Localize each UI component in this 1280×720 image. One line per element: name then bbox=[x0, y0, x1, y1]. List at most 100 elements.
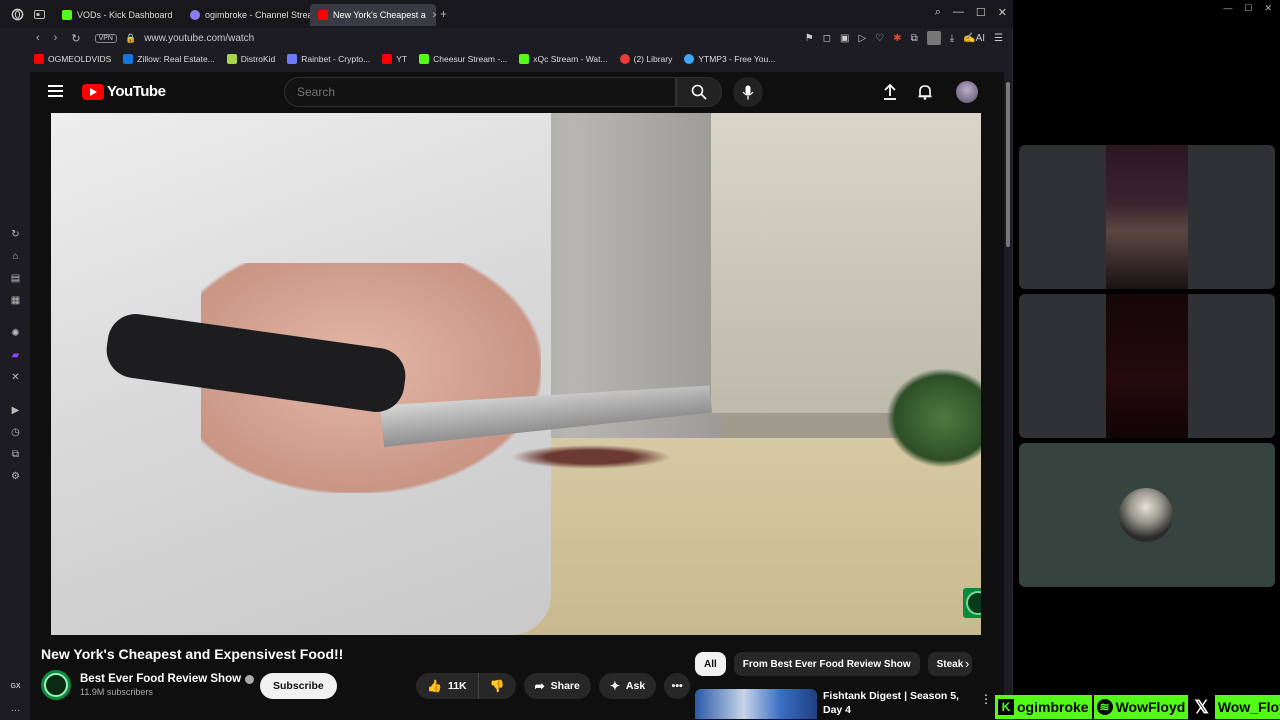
notifications-button[interactable] bbox=[915, 82, 935, 102]
kebab-menu-icon[interactable]: ⋮ bbox=[980, 692, 992, 706]
video-player[interactable] bbox=[51, 113, 981, 635]
media-icon[interactable]: ▦ bbox=[9, 294, 22, 307]
minimize-button[interactable]: — bbox=[1223, 3, 1232, 14]
snapshot-icon[interactable]: ◻ bbox=[823, 33, 831, 44]
chip-from-channel[interactable]: From Best Ever Food Review Show bbox=[733, 652, 920, 676]
url-field[interactable]: www.youtube.com/watch bbox=[144, 33, 254, 44]
download-icon[interactable]: ⤓ bbox=[950, 33, 954, 44]
scrollbar-thumb[interactable] bbox=[1006, 82, 1010, 247]
participant-tile[interactable] bbox=[1019, 443, 1275, 587]
youtube-play-icon bbox=[82, 83, 104, 100]
share-icon: ➦ bbox=[534, 679, 545, 693]
opera-menu-icon[interactable] bbox=[0, 0, 34, 28]
lock-icon[interactable]: 🔒 bbox=[125, 33, 136, 44]
participant-tile[interactable] bbox=[1019, 294, 1275, 438]
thumbs-down-icon: 👎 bbox=[489, 679, 505, 693]
stream-social-overlay: K ogimbroke ≋ WowFloyd 𝕏 Wow_Floyd1 bbox=[995, 694, 1280, 720]
search-box bbox=[284, 77, 676, 107]
search-button[interactable] bbox=[676, 77, 722, 107]
youtube-logo[interactable]: YouTube bbox=[82, 83, 166, 100]
reload-icon[interactable]: ↻ bbox=[71, 32, 80, 45]
voice-search-button[interactable] bbox=[733, 77, 763, 107]
aria-ai-icon[interactable]: ✍AI bbox=[963, 33, 985, 44]
youtube-icon bbox=[34, 54, 44, 64]
subscribe-button[interactable]: Subscribe bbox=[260, 673, 337, 699]
chevron-right-icon[interactable]: › bbox=[965, 656, 969, 671]
bookmark-item[interactable]: Cheesur Stream -... bbox=[419, 54, 507, 64]
channel-avatar[interactable] bbox=[41, 670, 71, 700]
settings-icon[interactable]: ⚙ bbox=[9, 470, 22, 483]
youtube-icon bbox=[382, 54, 393, 64]
x-icon[interactable]: ✕ bbox=[9, 371, 22, 384]
player-icon[interactable]: ▷ bbox=[859, 33, 867, 44]
minimize-button[interactable]: — bbox=[953, 6, 964, 19]
call-window-controls: — ☐ ✕ bbox=[1223, 3, 1272, 14]
participant-avatar bbox=[1119, 488, 1173, 542]
gx-corner-label[interactable]: GX bbox=[9, 680, 22, 693]
bookmark-item[interactable]: DistroKid bbox=[226, 54, 275, 64]
easy-setup-icon[interactable]: ☰ bbox=[994, 33, 1003, 44]
bookmark-item[interactable]: OGMEOLDVIDS bbox=[34, 54, 111, 64]
wallet-icon[interactable]: ▣ bbox=[840, 33, 849, 44]
puzzle-icon[interactable]: ⧉ bbox=[911, 33, 918, 44]
thumbs-up-icon: 👍 bbox=[427, 679, 442, 693]
twitch-icon[interactable]: ▰ bbox=[9, 349, 22, 362]
more-horizontal-icon: ••• bbox=[671, 680, 683, 692]
maximize-button[interactable]: ☐ bbox=[976, 6, 986, 19]
bookmark-item[interactable]: xQc Stream - Wat... bbox=[519, 54, 608, 64]
bookmark-item[interactable]: YT bbox=[382, 54, 407, 64]
recommended-video[interactable]: Fishtank Digest | Season 5, Day 4 bbox=[695, 689, 973, 719]
new-tab-button[interactable]: + bbox=[440, 7, 447, 21]
screen: VODs - Kick Dashboard ogimbroke - Channe… bbox=[0, 0, 1280, 720]
participant-tile[interactable] bbox=[1019, 145, 1275, 289]
search-input[interactable] bbox=[297, 85, 675, 99]
account-avatar[interactable] bbox=[956, 81, 978, 103]
bookmark-item[interactable]: Rainbet - Crypto... bbox=[287, 54, 370, 64]
ask-button[interactable]: ✦ Ask bbox=[598, 673, 657, 699]
bookmarks-bar: OGMEOLDVIDS Zillow: Real Estate... Distr… bbox=[0, 49, 1013, 69]
vpn-badge[interactable]: VPN bbox=[94, 33, 117, 43]
like-button[interactable]: 👍 11K bbox=[416, 673, 479, 699]
back-icon[interactable]: ‹ bbox=[36, 32, 40, 45]
dislike-button[interactable]: 👎 bbox=[478, 673, 516, 699]
tab-channel-stream[interactable]: ogimbroke - Channel Strea bbox=[182, 4, 310, 26]
history-icon[interactable]: ↻ bbox=[9, 228, 22, 241]
forward-icon[interactable]: › bbox=[54, 32, 58, 45]
more-actions-button[interactable]: ••• bbox=[664, 673, 691, 699]
extensions-icon[interactable]: ⧉ bbox=[9, 448, 22, 461]
player-icon[interactable]: ▶ bbox=[9, 404, 22, 417]
library-icon bbox=[619, 54, 630, 64]
tab-youtube-video[interactable]: New York's Cheapest a ✕ bbox=[310, 4, 436, 26]
tab-kick-dashboard[interactable]: VODs - Kick Dashboard bbox=[54, 4, 182, 26]
bookmark-item[interactable]: Zillow: Real Estate... bbox=[123, 54, 215, 64]
close-window-button[interactable]: ✕ bbox=[998, 6, 1007, 19]
maximize-button[interactable]: ☐ bbox=[1244, 3, 1252, 14]
heart-icon[interactable]: ♡ bbox=[875, 33, 884, 44]
chip-all[interactable]: All bbox=[695, 652, 726, 676]
video-call-panel: — ☐ ✕ bbox=[1014, 0, 1280, 720]
ai-icon[interactable]: ⌂ bbox=[9, 250, 22, 263]
workspaces-icon[interactable] bbox=[34, 9, 54, 19]
recommended-thumbnail[interactable] bbox=[695, 689, 817, 719]
wallet-icon[interactable]: ▤ bbox=[9, 272, 22, 285]
bookmark-item[interactable]: (2) Library bbox=[619, 54, 672, 64]
extension-icon-red[interactable]: ✱ bbox=[893, 33, 901, 44]
channel-watermark-icon[interactable] bbox=[963, 588, 981, 618]
page-scrollbar[interactable] bbox=[1004, 72, 1012, 720]
upload-icon bbox=[884, 84, 896, 100]
close-tab-icon[interactable]: ✕ bbox=[432, 10, 436, 21]
close-window-button[interactable]: ✕ bbox=[1264, 3, 1272, 14]
bookmark-icon[interactable]: ⚑ bbox=[805, 33, 814, 44]
share-button[interactable]: ➦ Share bbox=[523, 673, 591, 699]
more-icon[interactable]: … bbox=[9, 702, 22, 715]
channel-name[interactable]: Best Ever Food Review Show bbox=[80, 673, 255, 685]
profile-thumb-icon[interactable] bbox=[926, 31, 941, 45]
bookmark-item[interactable]: YTMP3 - Free You... bbox=[684, 54, 775, 64]
recommended-title[interactable]: Fishtank Digest | Season 5, Day 4 bbox=[823, 689, 973, 719]
clock-icon[interactable]: ◷ bbox=[9, 426, 22, 439]
menu-icon[interactable] bbox=[48, 85, 63, 97]
search-tabs-icon[interactable]: ⌕ bbox=[935, 6, 941, 19]
chatgpt-icon[interactable]: ✺ bbox=[9, 327, 22, 340]
upload-button[interactable] bbox=[880, 82, 900, 102]
kick-icon bbox=[519, 54, 530, 64]
